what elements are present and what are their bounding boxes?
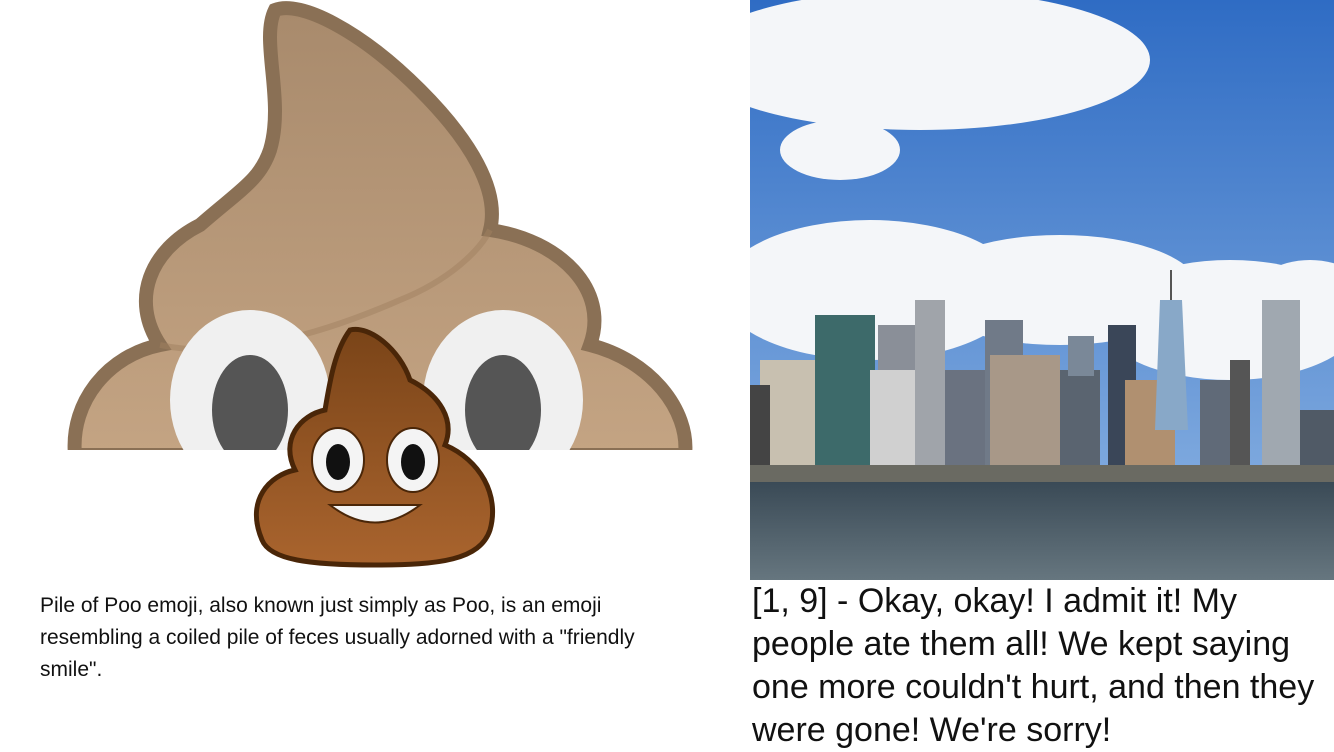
poo-emoji-large-image (67, 1, 693, 568)
poo-description-text: Pile of Poo emoji, also known just simpl… (40, 594, 635, 681)
photo-caption-text: [1, 9] - Okay, okay! I admit it! My peop… (752, 582, 1315, 749)
city-skyline-photo (750, 0, 1334, 580)
water (750, 482, 1334, 580)
